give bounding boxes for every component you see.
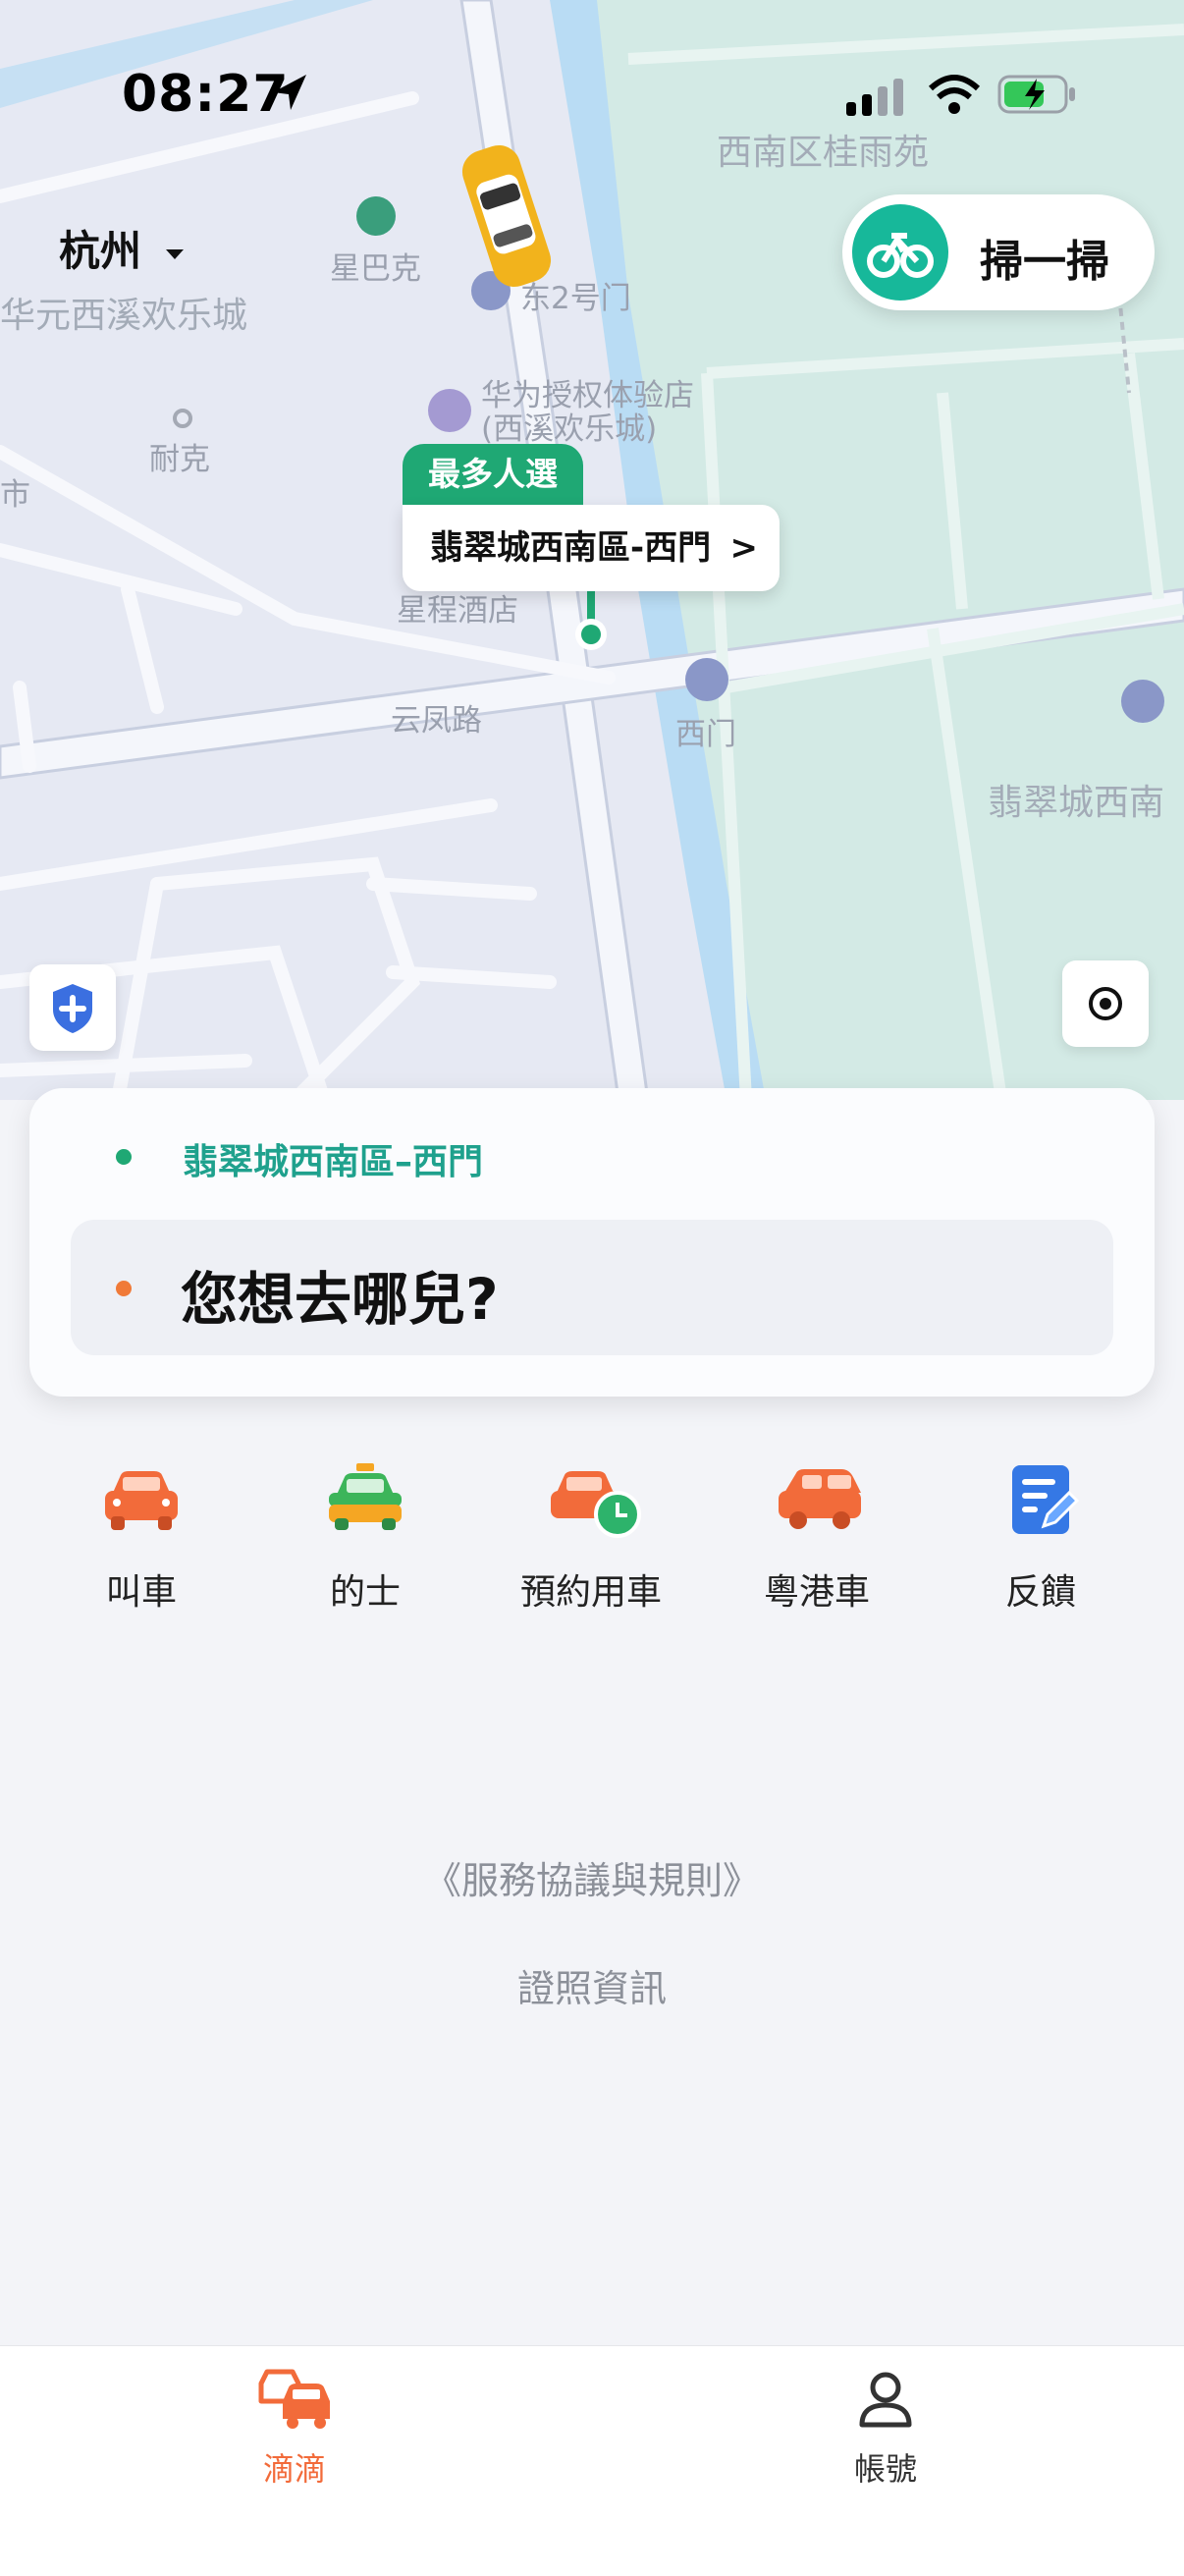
- service-agreement-link[interactable]: 《服務協議與規則》: [0, 1850, 1184, 1904]
- pickup-dot: [116, 1149, 132, 1165]
- taxi-icon: [329, 1463, 402, 1530]
- bottom-tab-bar: 滴滴 帳號: [0, 2345, 1184, 2576]
- scheduled-car-icon: [551, 1471, 641, 1538]
- service-scheduled[interactable]: 預約用車: [493, 1463, 689, 1615]
- pickup-point-label: 翡翠城西南區-西門: [430, 528, 712, 568]
- tab-account[interactable]: 帳號: [787, 2368, 984, 2490]
- location-arrow-icon: [273, 75, 306, 110]
- service-ride[interactable]: 叫車: [43, 1463, 240, 1615]
- service-gba-car[interactable]: 粵港車: [719, 1463, 915, 1615]
- trip-input-card: 翡翠城西南區–西門 您想去哪兒?: [29, 1088, 1155, 1397]
- status-time: 08:27: [122, 65, 290, 124]
- didi-cars-icon: [258, 2369, 330, 2429]
- shield-icon: [53, 984, 92, 1033]
- service-taxi[interactable]: 的士: [267, 1463, 463, 1615]
- bike-icon: [867, 233, 934, 278]
- service-feedback[interactable]: 反饋: [942, 1463, 1139, 1615]
- wifi-icon: [928, 75, 981, 114]
- account-icon: [859, 2372, 912, 2428]
- scan-button[interactable]: 掃一掃: [842, 194, 1155, 310]
- car-icon: [105, 1471, 178, 1530]
- scan-label: 掃一掃: [980, 237, 1109, 287]
- map-label: 西门: [675, 717, 736, 752]
- pickup-location[interactable]: 翡翠城西南區–西門: [183, 1133, 483, 1184]
- tab-label: 滴滴: [262, 2450, 326, 2488]
- map-label: 东2号门: [520, 281, 631, 316]
- map-label: 市: [0, 477, 30, 513]
- safety-button[interactable]: [29, 964, 116, 1051]
- license-info-link[interactable]: 證照資訊: [0, 1958, 1184, 2012]
- map-label: 星程酒店: [397, 593, 518, 629]
- van-icon: [779, 1469, 861, 1529]
- battery-icon: [997, 75, 1075, 114]
- service-label: 叫車: [105, 1572, 177, 1613]
- city-label: 杭州: [59, 227, 142, 275]
- map-label: 耐克: [149, 442, 210, 477]
- destination-placeholder: 您想去哪兒?: [181, 1266, 499, 1333]
- signal-icon: [846, 79, 903, 116]
- destination-dot: [116, 1281, 132, 1296]
- service-label: 的士: [329, 1572, 401, 1613]
- locate-me-button[interactable]: [1062, 960, 1149, 1047]
- map-label: 云凤路: [391, 703, 482, 739]
- tab-didi[interactable]: 滴滴: [196, 2368, 393, 2490]
- pickup-popular-tag: 最多人選: [403, 444, 583, 507]
- service-label: 預約用車: [519, 1572, 662, 1613]
- city-selector[interactable]: 杭州: [59, 218, 184, 278]
- caret-down-icon: [165, 248, 184, 259]
- map-label: 翡翠城西南: [988, 783, 1165, 823]
- locate-icon: [1089, 987, 1122, 1020]
- pickup-point-card[interactable]: 翡翠城西南區-西門 >: [403, 505, 780, 591]
- feedback-icon: [1012, 1465, 1080, 1534]
- map-view[interactable]: 西南区桂雨苑 星巴克 华元西溪欢乐城 东2号门 华为授权体验店(西溪欢乐城) 耐…: [0, 0, 1184, 1100]
- service-label: 粵港車: [763, 1572, 870, 1613]
- map-label: 华为授权体验店(西溪欢乐城): [481, 378, 694, 447]
- map-label: 华元西溪欢乐城: [0, 296, 248, 336]
- destination-input[interactable]: 您想去哪兒?: [71, 1220, 1113, 1355]
- map-label: 西南区桂雨苑: [717, 133, 930, 173]
- chevron-right-icon: >: [729, 528, 759, 568]
- map-label: 星巴克: [330, 251, 421, 287]
- tab-label: 帳號: [853, 2450, 917, 2488]
- service-label: 反饋: [1004, 1572, 1076, 1613]
